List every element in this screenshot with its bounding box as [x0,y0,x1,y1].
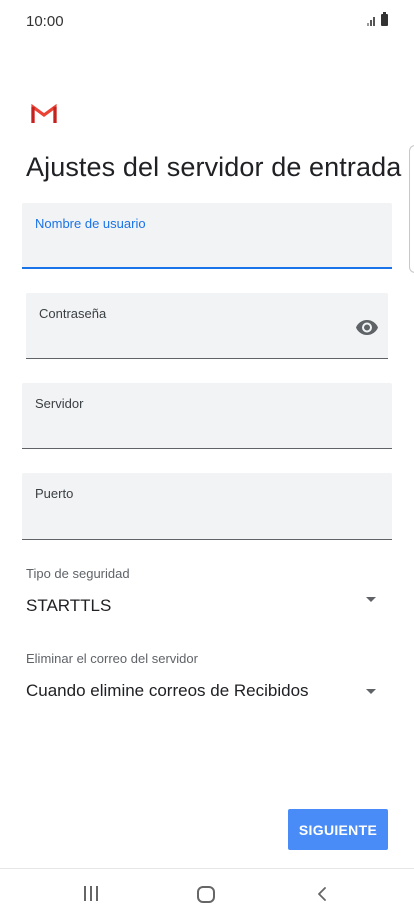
signal-icon [367,17,375,26]
next-button[interactable]: SIGUIENTE [288,809,388,850]
status-icons [367,12,388,26]
status-bar: 10:00 [0,0,414,44]
battery-icon [381,12,388,26]
delete-mail-value: Cuando elimine correos de Recibidos [26,681,309,700]
password-label: Contraseña [39,306,107,321]
server-label: Servidor [35,396,84,411]
page-title: Ajustes del servidor de entrada [26,152,402,182]
delete-mail-dropdown[interactable]: Eliminar el correo del servidor Cuando e… [26,651,386,701]
password-field[interactable]: Contraseña [26,293,388,359]
security-type-dropdown[interactable]: Tipo de seguridad STARTTLS [26,566,386,616]
port-label: Puerto [35,486,74,501]
port-field[interactable]: Puerto [22,473,392,540]
gmail-icon [31,104,57,123]
edge-panel-handle[interactable] [409,145,414,273]
nav-bar [0,869,414,920]
delete-mail-label: Eliminar el correo del servidor [26,651,198,666]
recent-apps-icon[interactable] [84,886,98,901]
eye-icon[interactable] [355,315,379,339]
status-time: 10:00 [26,13,64,30]
security-type-value: STARTTLS [26,596,112,615]
username-field[interactable]: Nombre de usuario [22,203,392,269]
server-field[interactable]: Servidor [22,383,392,449]
chevron-down-icon [366,689,376,694]
back-icon[interactable] [314,886,330,902]
home-icon[interactable] [197,886,215,903]
username-label: Nombre de usuario [35,216,146,231]
chevron-down-icon [366,597,376,602]
security-type-label: Tipo de seguridad [26,566,130,581]
